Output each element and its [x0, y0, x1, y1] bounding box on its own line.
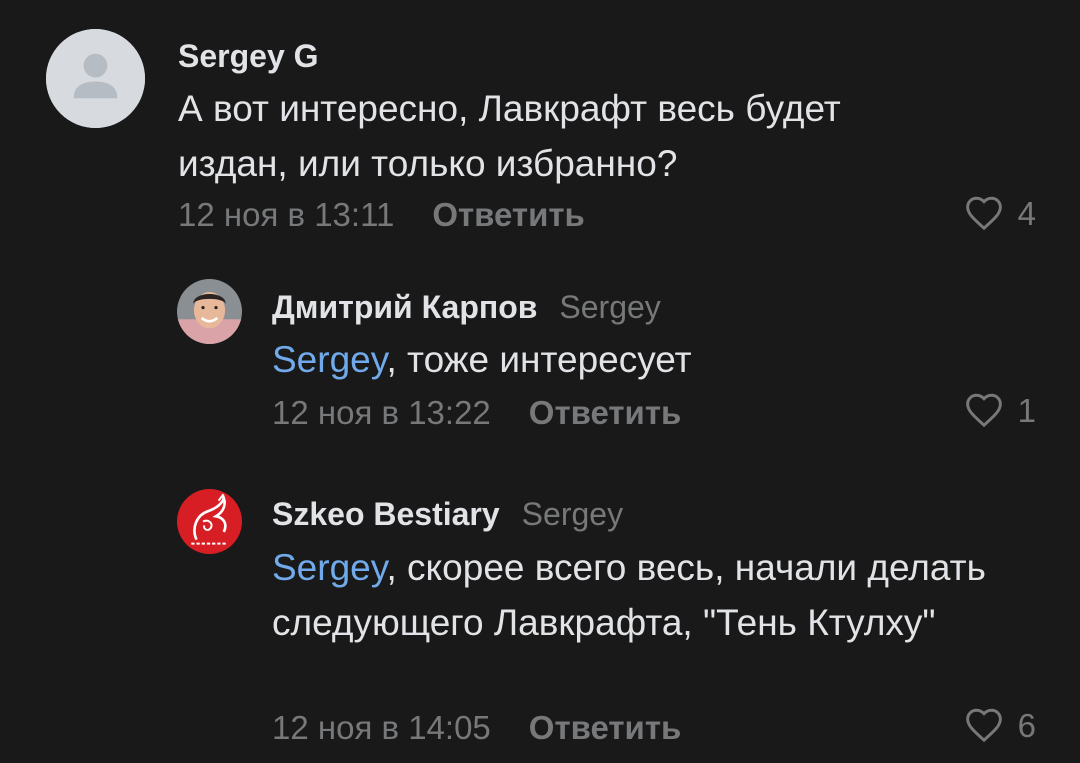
- comment-meta: 12 ноя в 13:11 Ответить: [178, 198, 585, 231]
- like-count: 6: [1017, 706, 1036, 744]
- avatar[interactable]: [177, 489, 242, 554]
- avatar[interactable]: [177, 279, 242, 344]
- reply-button[interactable]: Ответить: [529, 709, 682, 746]
- comment-text: Sergey, тоже интересует: [272, 332, 1012, 387]
- author-name[interactable]: Szkeo Bestiary: [272, 496, 500, 532]
- user-photo-avatar: [177, 279, 242, 344]
- mention-link[interactable]: Sergey: [272, 547, 387, 588]
- heart-icon: [965, 708, 1002, 743]
- reply-button[interactable]: Ответить: [432, 196, 585, 233]
- comment-reply: Дмитрий Карпов Sergey Sergey, тоже интере…: [0, 270, 1080, 450]
- reply-to-name[interactable]: Sergey: [522, 496, 623, 532]
- comment-timestamp: 12 ноя в 13:22: [272, 394, 491, 431]
- like-button[interactable]: 6: [964, 707, 1036, 743]
- default-user-avatar-icon: [46, 29, 145, 128]
- reply-to-name[interactable]: Sergey: [559, 289, 660, 325]
- heart-icon: [965, 196, 1002, 231]
- like-button[interactable]: 1: [964, 392, 1036, 428]
- comment-reply: Szkeo Bestiary Sergey Sergey, скорее всег…: [0, 480, 1080, 763]
- dragon-logo-avatar: [177, 489, 242, 554]
- comment-text: А вот интересно, Лавкрафт весь будет изд…: [178, 88, 841, 184]
- comment-timestamp: 12 ноя в 13:11: [178, 196, 395, 233]
- comment-meta: 12 ноя в 13:22 Ответить: [272, 396, 681, 429]
- comment-meta: 12 ноя в 14:05 Ответить: [272, 711, 681, 744]
- avatar[interactable]: [46, 29, 145, 128]
- author-name[interactable]: Sergey G: [178, 38, 319, 74]
- like-count: 1: [1017, 391, 1036, 429]
- author-name[interactable]: Дмитрий Карпов: [272, 289, 537, 325]
- like-count: 4: [1017, 194, 1036, 232]
- comment-timestamp: 12 ноя в 14:05: [272, 709, 491, 746]
- comment-header: Szkeo Bestiary Sergey: [272, 498, 623, 530]
- reply-button[interactable]: Ответить: [529, 394, 682, 431]
- comment-header: Дмитрий Карпов Sergey: [272, 291, 661, 323]
- comment-header: Sergey G: [178, 40, 319, 72]
- like-button[interactable]: 4: [964, 195, 1036, 231]
- comment-text: Sergey, скорее всего весь, начали делать…: [272, 540, 1012, 650]
- comment-body: , тоже интересует: [386, 339, 692, 380]
- heart-icon: [965, 393, 1002, 428]
- comment: Sergey G А вот интересно, Лавкрафт весь …: [0, 0, 1080, 250]
- mention-link[interactable]: Sergey: [272, 339, 387, 380]
